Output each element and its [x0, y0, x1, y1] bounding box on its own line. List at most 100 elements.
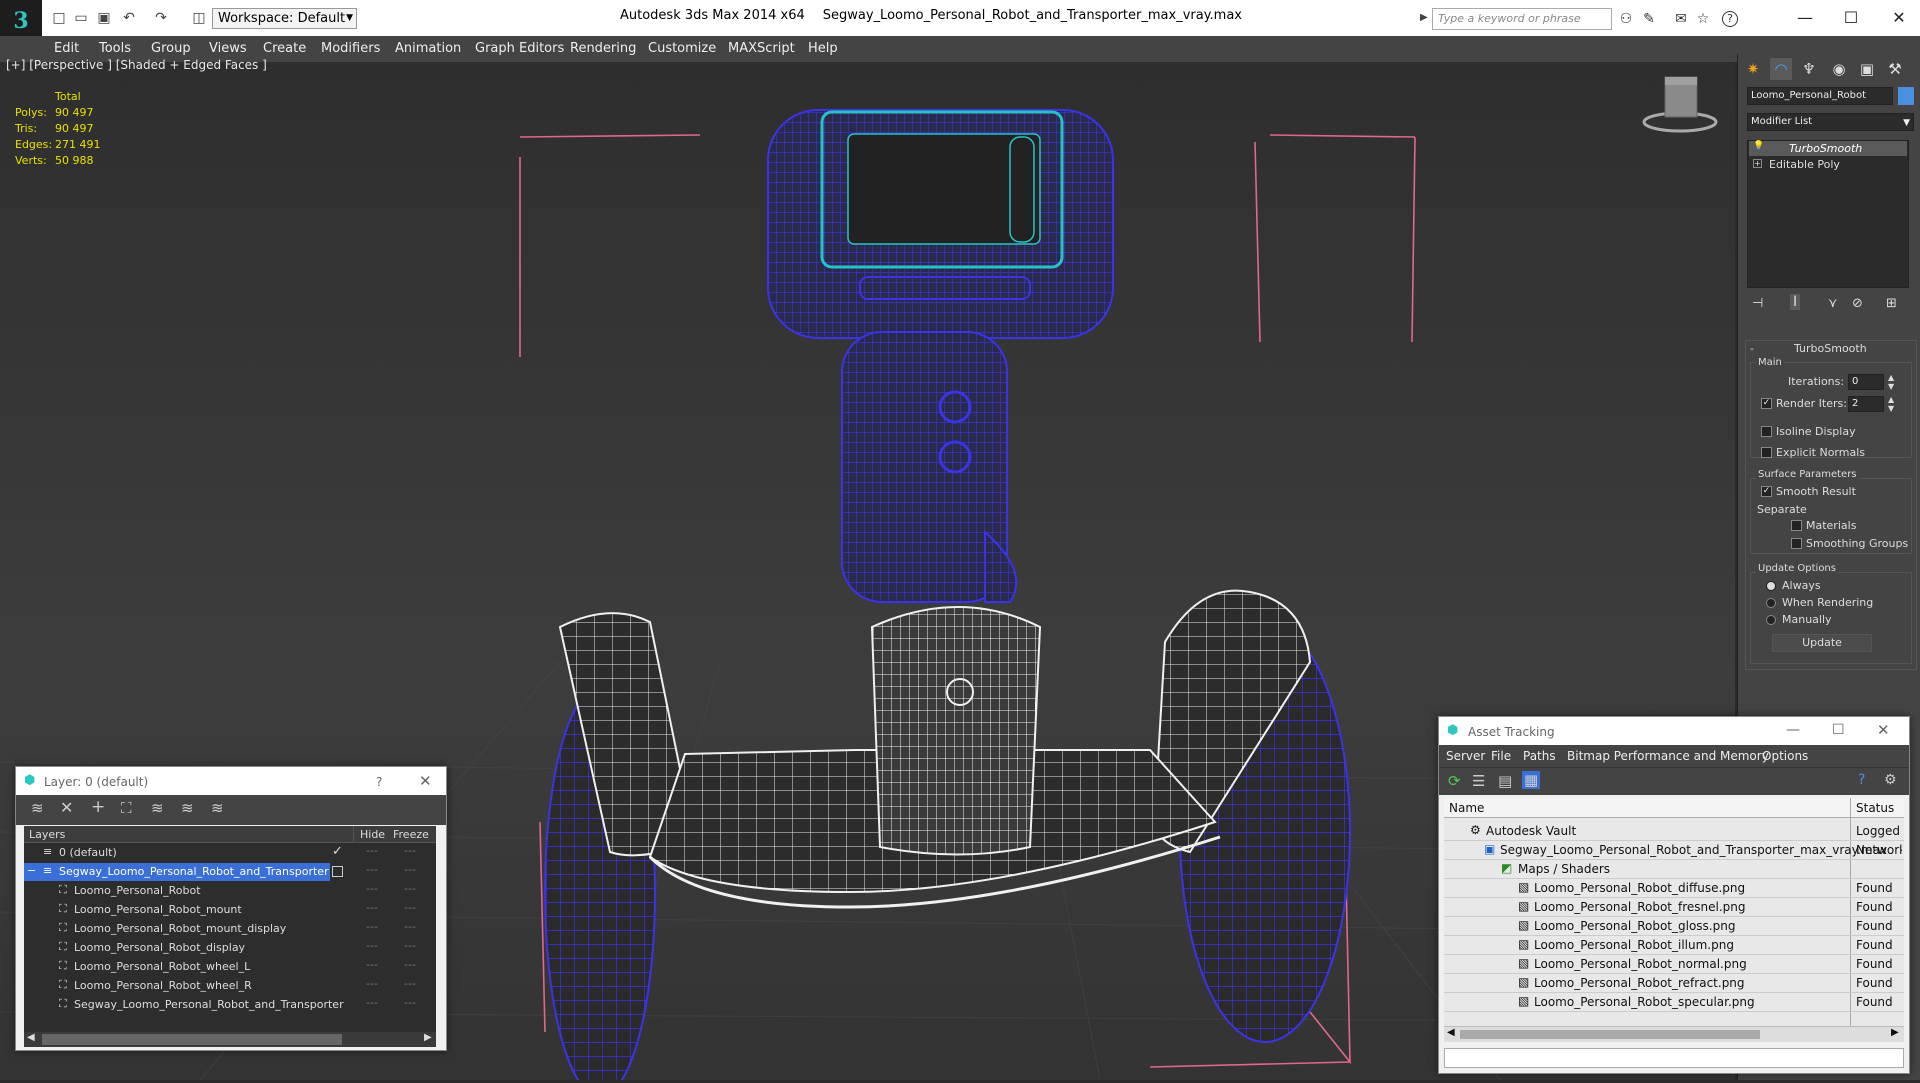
layer-row[interactable]: ⛶ Loomo_Personal_Robot --- ---	[24, 882, 436, 900]
scroll-left-icon[interactable]: ◀	[1447, 1027, 1455, 1038]
hide-toggle[interactable]: ---	[366, 901, 378, 914]
layer-row[interactable]: ⛶ Segway_Loomo_Personal_Robot_and_Transpo…	[24, 996, 436, 1014]
freeze-toggle[interactable]: ---	[404, 844, 416, 857]
subscription-icon[interactable]: ✎	[1640, 10, 1658, 28]
help-icon[interactable]: ?	[1858, 772, 1865, 788]
asset-row[interactable]: ▧ Loomo_Personal_Robot_gloss.png Found	[1444, 917, 1904, 936]
col-layers[interactable]: Layers	[29, 828, 65, 841]
when-rendering-radio[interactable]	[1766, 598, 1776, 608]
scroll-left-icon[interactable]: ◀	[27, 1032, 35, 1043]
remove-modifier-icon[interactable]: ⊘	[1852, 296, 1863, 311]
display-tab-icon[interactable]: ▣	[1856, 58, 1878, 80]
help-icon[interactable]: ?	[1722, 11, 1738, 27]
close-icon[interactable]: ✕	[1884, 6, 1914, 30]
hide-toggle[interactable]: ---	[366, 958, 378, 971]
expand-plus-icon[interactable]: +	[1753, 159, 1762, 168]
highlight-layer-icon[interactable]: ≋	[151, 799, 164, 817]
utilities-tab-icon[interactable]: ⚒	[1884, 58, 1906, 80]
manually-radio[interactable]	[1766, 615, 1776, 625]
menu-maxscript[interactable]: MAXScript	[728, 41, 795, 56]
communication-icon[interactable]: ✉	[1672, 10, 1690, 28]
scroll-right-icon[interactable]: ▶	[424, 1032, 432, 1043]
pin-stack-icon[interactable]: ⊣	[1752, 296, 1763, 311]
menu-edit[interactable]: Edit	[54, 41, 79, 56]
binoculars-icon[interactable]: ⚇	[1617, 10, 1635, 28]
make-unique-icon[interactable]: ⋎	[1828, 296, 1838, 311]
favorites-star-icon[interactable]: ☆	[1694, 10, 1712, 28]
minimize-icon[interactable]: —	[1790, 6, 1820, 30]
hide-toggle[interactable]: ---	[366, 882, 378, 895]
menu-views[interactable]: Views	[209, 41, 247, 56]
spinner-arrows-icon[interactable]: ▲ ▼	[1888, 395, 1894, 413]
menu-help[interactable]: Help	[808, 41, 838, 56]
layer-row[interactable]: ⛶ Loomo_Personal_Robot_wheel_R --- ---	[24, 977, 436, 995]
hide-toggle[interactable]: ---	[366, 863, 378, 876]
asset-menu-paths[interactable]: Paths	[1523, 749, 1556, 763]
asset-row[interactable]: ▧ Loomo_Personal_Robot_specular.png Found	[1444, 993, 1904, 1012]
freeze-toggle[interactable]: ---	[404, 901, 416, 914]
layer-row[interactable]: ⛶ Loomo_Personal_Robot_display --- ---	[24, 939, 436, 957]
table-view-icon[interactable]: ▦	[1522, 771, 1541, 789]
redo-icon[interactable]: ↷	[152, 9, 170, 27]
hierarchy-tab-icon[interactable]: ♆	[1798, 58, 1820, 80]
horizontal-scrollbar[interactable]: ◀ ▶	[24, 1032, 436, 1047]
delete-layer-icon[interactable]: ✕	[60, 798, 73, 817]
menu-create[interactable]: Create	[263, 41, 306, 56]
asset-row[interactable]: ▧ Loomo_Personal_Robot_fresnel.png Found	[1444, 898, 1904, 917]
refresh-icon[interactable]: ⟳	[1448, 772, 1461, 790]
select-objects-icon[interactable]: ⛶	[121, 799, 132, 817]
hide-toggle[interactable]: ---	[366, 977, 378, 990]
asset-menu-bitmap[interactable]: Bitmap Performance and Memory	[1567, 749, 1769, 763]
menu-customize[interactable]: Customize	[648, 41, 716, 56]
layer-row[interactable]: ⛶ Loomo_Personal_Robot_mount --- ---	[24, 901, 436, 919]
project-folder-icon[interactable]: ◫	[190, 9, 208, 27]
materials-checkbox[interactable]	[1791, 520, 1802, 531]
scroll-thumb[interactable]	[1460, 1030, 1760, 1039]
asset-menu-options[interactable]: Options	[1762, 749, 1808, 763]
asset-row[interactable]: ▧ Loomo_Personal_Robot_refract.png Found	[1444, 974, 1904, 993]
asset-row[interactable]: ◩ Maps / Shaders	[1444, 860, 1904, 879]
maximize-icon[interactable]: ☐	[1836, 6, 1866, 30]
save-icon[interactable]: ▣	[95, 9, 113, 27]
smooth-result-checkbox[interactable]: ✓	[1761, 486, 1772, 497]
asset-menu-file[interactable]: File	[1491, 749, 1511, 763]
viewport-label[interactable]: [+] [Perspective ] [Shaded + Edged Faces…	[6, 58, 267, 72]
render-iters-spinner[interactable]: 2	[1848, 396, 1884, 412]
freeze-toggle[interactable]: ---	[404, 939, 416, 952]
modify-tab-icon[interactable]: ◠	[1770, 58, 1792, 80]
stack-item-editable-poly[interactable]: + Editable Poly	[1749, 157, 1907, 172]
detail-view-icon[interactable]: ▤	[1498, 772, 1512, 790]
help-icon[interactable]: ?	[376, 775, 382, 789]
col-freeze[interactable]: Freeze	[393, 828, 429, 841]
new-layer-icon[interactable]: ≋	[31, 799, 44, 817]
menu-animation[interactable]: Animation	[395, 41, 461, 56]
freeze-all-icon[interactable]: ≋	[211, 799, 224, 817]
iterations-spinner[interactable]: 0	[1848, 374, 1884, 390]
col-hide[interactable]: Hide	[360, 828, 385, 841]
layer-row[interactable]: ≡ 0 (default) ✓ --- ---	[24, 844, 436, 862]
menu-modifiers[interactable]: Modifiers	[321, 41, 380, 56]
open-file-icon[interactable]: ▭	[72, 9, 90, 27]
hide-toggle[interactable]: ---	[366, 920, 378, 933]
explicit-normals-checkbox[interactable]	[1761, 447, 1772, 458]
modifier-list-dropdown[interactable]: Modifier List ▼	[1747, 113, 1914, 131]
hide-toggle[interactable]: ---	[366, 939, 378, 952]
render-iters-checkbox[interactable]: ✓	[1761, 398, 1772, 409]
asset-menu-server[interactable]: Server	[1446, 749, 1485, 763]
freeze-toggle[interactable]: ---	[404, 920, 416, 933]
freeze-toggle[interactable]: ---	[404, 996, 416, 1009]
menu-rendering[interactable]: Rendering	[570, 41, 636, 56]
rollout-title[interactable]: TurboSmooth	[1794, 342, 1867, 355]
settings-icon[interactable]: ⚙	[1884, 772, 1897, 788]
menu-tools[interactable]: Tools	[99, 41, 131, 56]
col-status[interactable]: Status	[1856, 801, 1894, 815]
minimize-icon[interactable]: —	[1786, 722, 1800, 738]
current-layer-check-icon[interactable]: ✓	[332, 844, 343, 859]
freeze-toggle[interactable]: ---	[404, 882, 416, 895]
asset-row[interactable]: ▣ Segway_Loomo_Personal_Robot_and_Transpo…	[1444, 841, 1904, 860]
scroll-right-icon[interactable]: ▶	[1891, 1027, 1899, 1038]
menu-group[interactable]: Group	[151, 41, 191, 56]
freeze-toggle[interactable]: ---	[404, 863, 416, 876]
new-file-icon[interactable]: □	[50, 9, 68, 27]
list-view-icon[interactable]: ☰	[1472, 772, 1485, 790]
